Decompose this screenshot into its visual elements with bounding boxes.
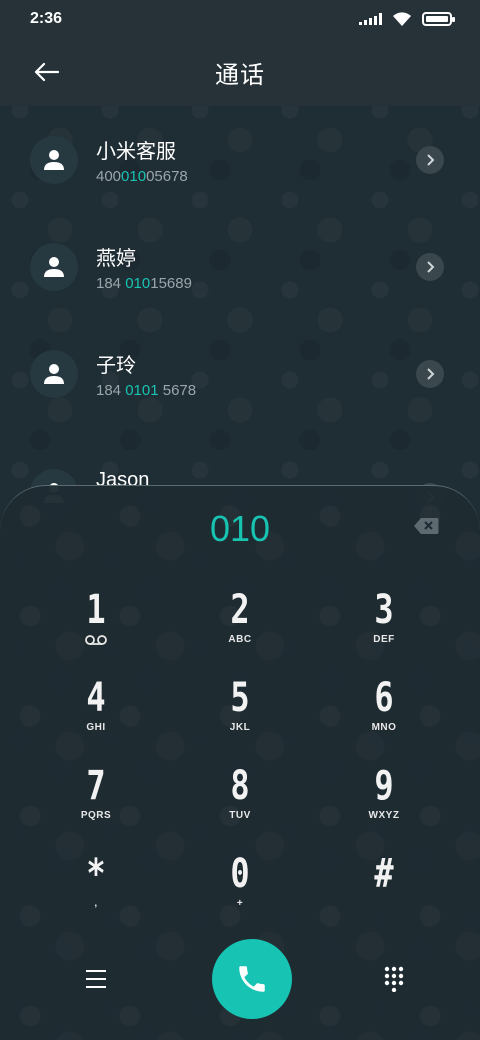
contact-list: 小米客服 40001005678 燕婷 184 01015689 子玲 184 … (0, 106, 480, 534)
contact-item[interactable]: 燕婷 184 01015689 (0, 213, 480, 320)
key-star[interactable]: * , (24, 850, 168, 938)
dialpad-toggle-button[interactable] (380, 965, 408, 993)
voicemail-icon (85, 635, 107, 645)
contact-name: 小米客服 (96, 140, 176, 163)
status-bar: 2:36 (0, 0, 480, 38)
person-icon (44, 149, 64, 170)
contact-number: 40001005678 (96, 167, 188, 185)
chevron-right-icon (427, 153, 435, 166)
key-7[interactable]: 7 PQRS (24, 762, 168, 850)
avatar (30, 349, 78, 398)
key-1[interactable]: 1 (24, 586, 168, 674)
back-button[interactable] (28, 54, 64, 90)
key-4[interactable]: 4 GHI (24, 674, 168, 762)
key-9[interactable]: 9 WXYZ (312, 762, 456, 850)
contact-item[interactable]: 子玲 184 0101 5678 (0, 320, 480, 427)
backspace-icon (414, 518, 439, 534)
contact-number: 184 01015689 (96, 274, 192, 292)
contact-item[interactable]: 小米客服 40001005678 (0, 106, 480, 213)
status-icons (359, 11, 455, 27)
contact-detail-button[interactable] (416, 252, 444, 281)
contact-detail-button[interactable] (416, 359, 444, 388)
person-icon (44, 363, 64, 384)
backspace-button[interactable] (412, 516, 440, 536)
avatar (30, 135, 78, 184)
wifi-icon (393, 12, 411, 26)
key-8[interactable]: 8 TUV (168, 762, 312, 850)
status-time: 2:36 (30, 10, 63, 27)
person-icon (44, 256, 64, 277)
dialer-bottom-bar (0, 934, 480, 1024)
keypad: 1 2 ABC 3 DEF 4 GHI 5 JKL 6 MNO 7 PQRS 8… (24, 586, 456, 938)
contact-name: 燕婷 (96, 247, 136, 270)
dialpad-icon (384, 966, 404, 992)
key-hash[interactable]: # (312, 850, 456, 938)
back-arrow-icon (34, 62, 59, 82)
chevron-right-icon (427, 367, 435, 380)
contact-number: 184 0101 5678 (96, 381, 197, 399)
key-2[interactable]: 2 ABC (168, 586, 312, 674)
contact-detail-button[interactable] (416, 145, 444, 174)
menu-icon (86, 970, 106, 988)
dialer-panel: 010 1 2 ABC 3 DEF 4 GHI 5 JKL 6 MNO 7 PQ… (0, 485, 480, 1040)
battery-icon (422, 12, 455, 26)
header: 通话 (0, 38, 480, 106)
key-0[interactable]: 0 + (168, 850, 312, 938)
dial-input[interactable]: 010 (0, 508, 480, 550)
call-button[interactable] (212, 939, 292, 1019)
signal-icon (359, 13, 382, 25)
key-6[interactable]: 6 MNO (312, 674, 456, 762)
chevron-right-icon (427, 260, 435, 273)
menu-button[interactable] (82, 965, 110, 993)
contact-name: 子玲 (96, 354, 136, 377)
phone-icon (239, 966, 265, 992)
key-5[interactable]: 5 JKL (168, 674, 312, 762)
avatar (30, 242, 78, 291)
key-3[interactable]: 3 DEF (312, 586, 456, 674)
page-title: 通话 (215, 60, 265, 89)
